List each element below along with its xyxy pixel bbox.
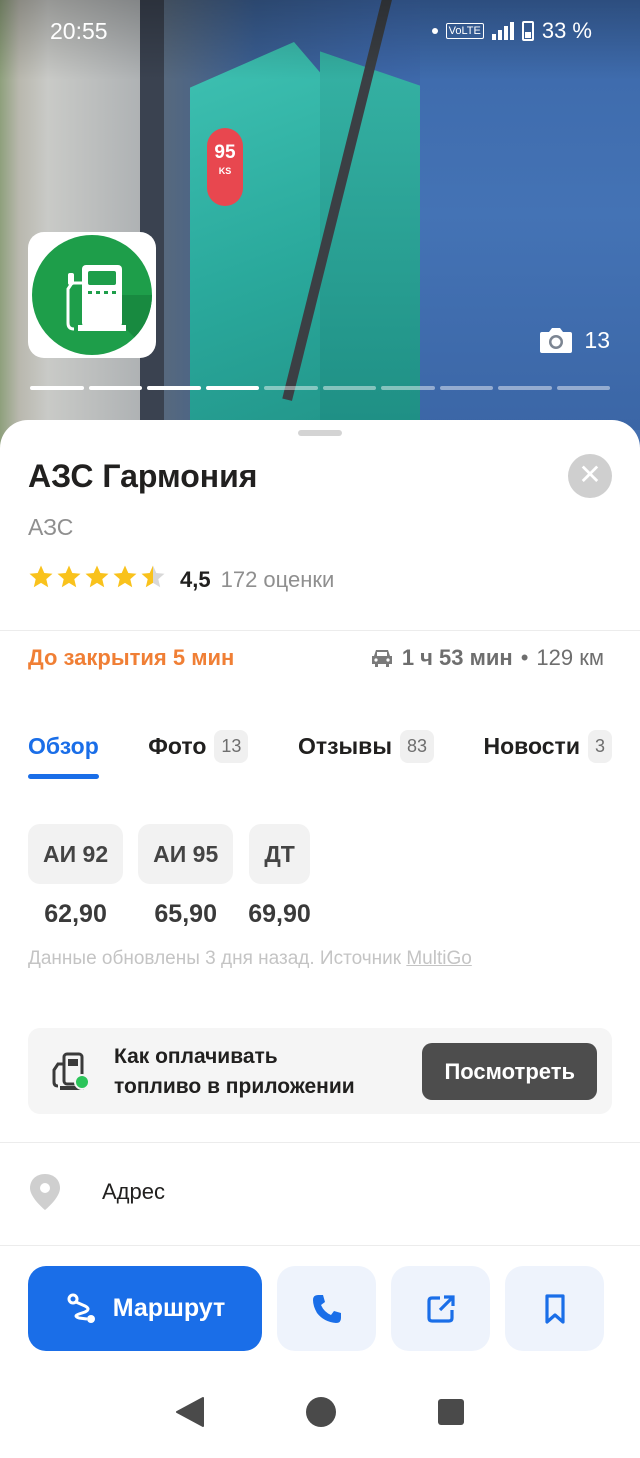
call-button[interactable] <box>277 1266 376 1351</box>
tab-count: 3 <box>587 729 612 763</box>
promo-line: Как оплачивать <box>114 1045 278 1068</box>
tab-label: Отзывы <box>297 732 392 759</box>
source-link[interactable]: MultiGo <box>406 948 471 969</box>
notification-dot-icon <box>431 28 438 34</box>
tab-reviews[interactable]: Отзывы 83 <box>298 726 434 766</box>
star-icon <box>84 564 110 596</box>
tab-news[interactable]: Новости 3 <box>484 726 612 766</box>
progress-segment <box>381 386 435 390</box>
star-icon <box>112 564 138 596</box>
progress-segment <box>556 386 610 390</box>
tab-photos[interactable]: Фото 13 <box>148 726 249 766</box>
route-button[interactable]: Маршрут <box>28 1266 262 1351</box>
drag-handle[interactable] <box>298 430 342 436</box>
divider <box>0 1142 640 1143</box>
tab-label: Новости <box>483 732 580 759</box>
travel-time: 1 ч 53 мин <box>401 645 513 670</box>
rating-stars <box>28 564 166 596</box>
gallery-progress <box>30 386 610 390</box>
fuel-name: АИ 95 <box>138 824 234 884</box>
car-icon <box>371 650 392 667</box>
tab-count: 13 <box>214 729 249 763</box>
rating-count: 172 оценки <box>220 567 335 592</box>
tab-label: Фото <box>148 732 207 759</box>
home-icon[interactable] <box>305 1396 337 1428</box>
tab-label: Обзор <box>28 732 99 759</box>
status-icons: VoLTE 33 % <box>431 18 592 44</box>
divider <box>0 1245 640 1246</box>
fuel-price: 69,90 <box>248 900 311 928</box>
back-icon[interactable] <box>175 1396 205 1428</box>
address-row[interactable]: Адрес <box>28 1172 165 1212</box>
signal-icon <box>491 22 514 40</box>
share-icon <box>426 1294 455 1323</box>
divider <box>0 630 640 631</box>
progress-segment <box>30 386 84 390</box>
place-card: АЗС Гармония ✕ АЗС 4,5 172 оценки До зак… <box>0 420 640 1458</box>
progress-segment <box>147 386 201 390</box>
rating-row[interactable]: 4,5 172 оценки <box>28 564 334 596</box>
star-icon <box>56 564 82 596</box>
action-bar: Маршрут <box>28 1266 604 1351</box>
promo-line: топливо в приложении <box>114 1075 355 1098</box>
travel-distance: 129 км <box>536 645 604 670</box>
fuel-name: АИ 92 <box>28 824 124 884</box>
close-button[interactable]: ✕ <box>568 454 612 498</box>
pin-icon <box>30 1174 60 1210</box>
progress-segment <box>88 386 142 390</box>
volte-icon: VoLTE <box>445 23 484 39</box>
photo-counter[interactable]: 13 <box>538 326 610 354</box>
photo-count-value: 13 <box>584 326 610 353</box>
bookmark-button[interactable] <box>505 1266 604 1351</box>
update-text: Данные обновлены 3 дня назад. Источник <box>28 948 407 969</box>
close-icon: ✕ <box>578 459 602 490</box>
rating-value: 4,5 <box>180 567 211 592</box>
promo-text: Как оплачивать топливо в приложении <box>114 1042 355 1102</box>
tab-overview[interactable]: Обзор <box>28 726 99 779</box>
fuel-prices: АИ 92 62,90 АИ 95 65,90 ДТ 69,90 <box>28 824 311 929</box>
travel-separator: • <box>520 645 529 670</box>
progress-segment <box>439 386 493 390</box>
progress-segment <box>322 386 376 390</box>
route-icon <box>67 1293 95 1323</box>
recents-icon[interactable] <box>437 1398 465 1426</box>
progress-segment <box>498 386 552 390</box>
phone-icon <box>312 1294 341 1323</box>
fuel-station-logo-icon <box>32 235 152 355</box>
fuel-name: ДТ <box>249 824 310 884</box>
share-button[interactable] <box>391 1266 490 1351</box>
progress-segment <box>205 386 259 390</box>
fuel-price: 62,90 <box>44 900 107 928</box>
place-category: АЗС <box>28 514 74 540</box>
place-logo <box>28 232 156 358</box>
progress-segment <box>264 386 318 390</box>
travel-info[interactable]: 1 ч 53 мин • 129 км <box>370 645 604 671</box>
photo-fuel-badge: 95 KS <box>207 128 243 206</box>
tabs: Обзор Фото 13 Отзывы 83 Новости 3 <box>28 726 612 786</box>
view-button[interactable]: Посмотреть <box>422 1043 597 1100</box>
battery-icon <box>521 21 534 41</box>
fuel-pay-icon <box>52 1052 90 1090</box>
place-title: АЗС Гармония <box>28 458 258 494</box>
price-update-note: Данные обновлены 3 дня назад. Источник M… <box>28 948 472 970</box>
star-icon <box>28 564 54 596</box>
tab-count: 83 <box>399 729 434 763</box>
bookmark-icon <box>544 1293 565 1324</box>
address-label: Адрес <box>102 1179 165 1204</box>
fuel-price: 65,90 <box>154 900 217 928</box>
fuel-item: АИ 95 65,90 <box>138 824 234 929</box>
status-time: 20:55 <box>50 18 108 44</box>
camera-icon <box>540 328 573 353</box>
payment-promo[interactable]: Как оплачивать топливо в приложении Посм… <box>28 1028 612 1114</box>
photo-pump-side <box>320 51 420 420</box>
system-nav-bar <box>0 1365 640 1458</box>
battery-level: 33 % <box>541 18 592 43</box>
status-bar: 20:55 VoLTE 33 % <box>0 0 640 64</box>
fuel-item: ДТ 69,90 <box>248 824 311 929</box>
fuel-item: АИ 92 62,90 <box>28 824 124 929</box>
route-label: Маршрут <box>112 1294 226 1322</box>
closing-status: До закрытия 5 мин <box>28 645 235 670</box>
star-icon <box>140 564 166 596</box>
